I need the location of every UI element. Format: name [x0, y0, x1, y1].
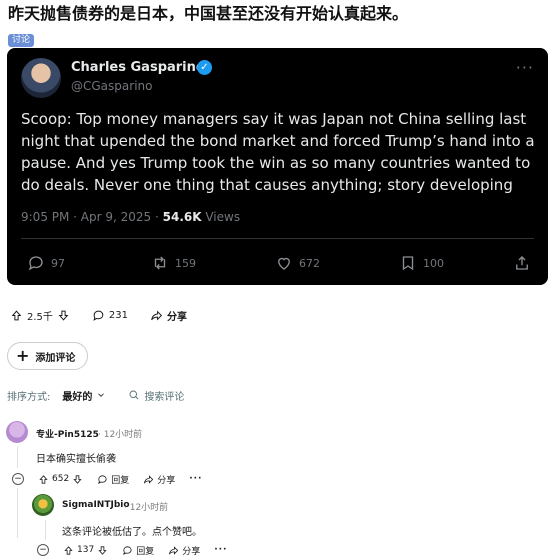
share-arrow-icon — [169, 545, 179, 555]
comment-share-label: 分享 — [157, 475, 176, 486]
chevron-down-icon — [98, 393, 105, 397]
tweet-reply-count: 97 — [51, 256, 65, 270]
tweet-text: Scoop: Top money managers say it was Jap… — [21, 110, 535, 194]
comment-body: 这条评论被低估了。点个赞吧。 — [62, 527, 202, 538]
post-share-label: 分享 — [167, 311, 187, 323]
plus-icon: + — [16, 346, 30, 365]
comment-vote-control: 652 — [38, 474, 83, 485]
sort-dropdown[interactable]: 最好的 — [62, 388, 106, 403]
comment-icon — [98, 474, 107, 484]
post-title: 昨天抛售债券的是日本，中国甚至还没有开始认真起来。 — [8, 4, 409, 23]
thread-line — [17, 488, 18, 538]
share-arrow-icon — [151, 310, 163, 320]
tweet-views-count: 54.6K — [162, 210, 202, 224]
comment-action-bar: − 652 回复 分享 ··· — [12, 471, 216, 487]
more-options-icon[interactable]: ··· — [516, 58, 534, 77]
comment-reply-button[interactable]: 回复 — [97, 473, 129, 486]
upvote-icon[interactable] — [10, 309, 23, 322]
add-comment-label: 添加评论 — [35, 352, 76, 364]
upvote-icon[interactable] — [63, 545, 74, 556]
post-share-button[interactable]: 分享 — [150, 308, 187, 323]
comment-share-button[interactable]: 分享 — [168, 544, 200, 557]
thread-line — [45, 520, 46, 540]
sort-label: 排序方式: — [7, 391, 51, 403]
post-vote-count: 2.5千 — [27, 311, 53, 323]
comment-time: · 12小时前 — [98, 430, 143, 440]
heart-icon — [278, 257, 290, 270]
tweet-author-avatar[interactable] — [21, 58, 61, 98]
post-action-bar: 2.5千 231 分享 — [10, 305, 209, 325]
tweet-retweet-count: 159 — [175, 256, 196, 270]
comment-icon — [123, 545, 132, 555]
tweet-author-name[interactable]: Charles Gasparino — [71, 60, 205, 75]
comment-vote-count: 137 — [77, 545, 95, 555]
comment-reply-label: 回复 — [136, 546, 155, 557]
tweet-share-button[interactable] — [513, 252, 531, 274]
tweet-author-handle[interactable]: @CGasparino — [71, 79, 152, 93]
comment-more-button[interactable]: ··· — [214, 545, 227, 555]
tweet-action-bar: 97 159 672 100 — [21, 252, 534, 274]
tweet-timestamp[interactable]: 9:05 PM · Apr 9, 2025 · — [21, 210, 163, 224]
collapse-thread-button[interactable]: − — [12, 473, 24, 485]
comment-avatar[interactable] — [32, 494, 54, 516]
downvote-icon[interactable] — [97, 545, 108, 556]
share-arrow-icon — [144, 474, 154, 484]
tweet-views-label: Views — [201, 210, 241, 224]
sort-bar: 排序方式: 最好的 搜索评论 — [7, 386, 184, 404]
tweet-reply-button[interactable]: 97 — [27, 252, 65, 274]
thread-line — [17, 446, 18, 468]
post-vote-control: 2.5千 — [10, 308, 70, 323]
bookmark-icon — [402, 256, 414, 271]
comment-reply-button[interactable]: 回复 — [122, 544, 154, 557]
tweet-like-count: 672 — [299, 256, 320, 270]
search-comments-placeholder: 搜索评论 — [144, 391, 185, 403]
tweet-bookmark-count: 100 — [423, 256, 444, 270]
post-comments-button[interactable]: 231 — [92, 309, 128, 322]
verified-badge-icon: ✓ — [197, 60, 212, 75]
comment-vote-count: 652 — [52, 474, 70, 484]
sort-value: 最好的 — [62, 391, 93, 403]
search-icon — [129, 390, 139, 400]
comment-share-label: 分享 — [182, 546, 201, 557]
comment-vote-control: 137 — [63, 545, 108, 556]
tweet-meta: 9:05 PM · Apr 9, 2025 · 54.6K Views — [21, 210, 240, 224]
comment-body: 日本确实擅长偷袭 — [36, 454, 116, 465]
comment-share-button[interactable]: 分享 — [143, 473, 175, 486]
comment-icon — [93, 310, 104, 321]
tweet-bookmark-button[interactable]: 100 — [399, 252, 444, 274]
tweet-retweet-button[interactable]: 159 — [151, 252, 196, 274]
search-comments-input[interactable]: 搜索评论 — [128, 388, 184, 403]
retweet-icon — [154, 256, 166, 270]
comment-action-bar: − 137 回复 分享 ··· — [37, 542, 241, 558]
post-comment-count: 231 — [108, 309, 128, 321]
comment-avatar[interactable] — [6, 421, 28, 443]
comment-author[interactable]: 专业-Pin5125 — [36, 427, 99, 440]
reply-icon — [28, 256, 43, 271]
downvote-icon[interactable] — [72, 474, 83, 485]
comment-more-button[interactable]: ··· — [189, 474, 202, 484]
post-flair[interactable]: 讨论 — [8, 34, 35, 47]
collapse-thread-button[interactable]: − — [37, 544, 49, 556]
tweet-divider — [21, 238, 534, 239]
comment-reply-label: 回复 — [111, 475, 130, 486]
tweet-like-button[interactable]: 672 — [275, 252, 320, 274]
upvote-icon[interactable] — [38, 474, 49, 485]
comment-time: · 12小时前 — [124, 503, 169, 513]
share-icon — [516, 256, 528, 270]
add-comment-button[interactable]: + 添加评论 — [7, 342, 88, 370]
downvote-icon[interactable] — [57, 309, 70, 322]
embedded-tweet-card[interactable]: Charles Gasparino ✓ @CGasparino ··· Scoo… — [7, 48, 548, 285]
comment-author[interactable]: SigmaINTJbio — [62, 500, 130, 510]
